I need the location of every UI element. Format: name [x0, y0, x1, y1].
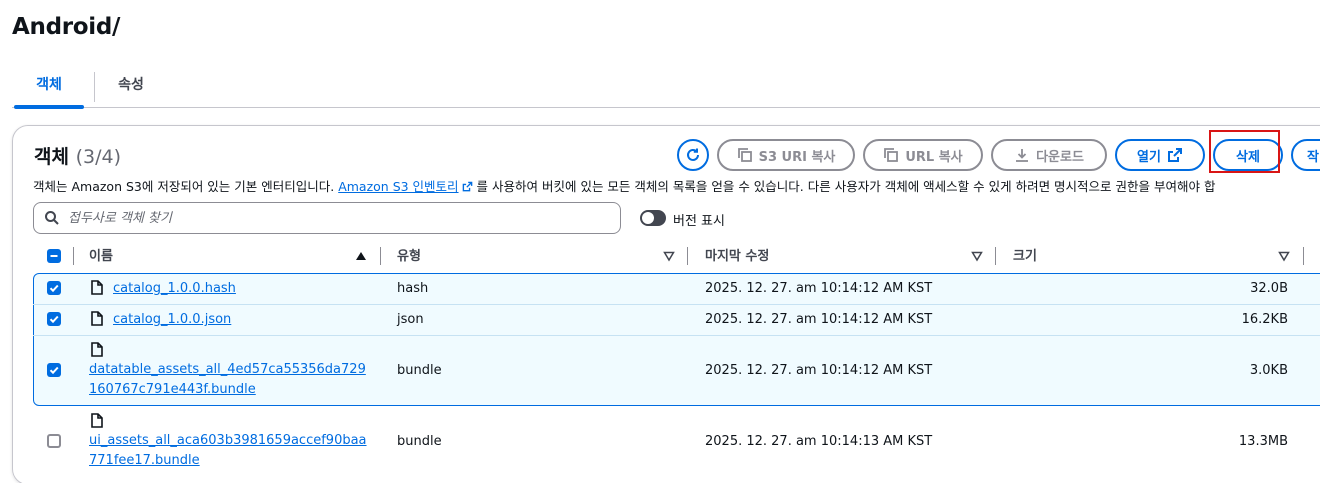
copy-url-button[interactable]: URL 복사: [863, 139, 983, 171]
sort-icon[interactable]: [663, 250, 675, 262]
version-toggle[interactable]: [640, 210, 666, 226]
object-name-link[interactable]: datatable_assets_all_4ed57ca55356da729 1…: [89, 360, 366, 400]
delete-highlight-box: [1209, 130, 1280, 173]
tab-divider: [94, 72, 95, 102]
refresh-icon: [687, 148, 699, 161]
column-divider: [995, 247, 996, 265]
open-button[interactable]: 열기: [1115, 139, 1205, 171]
next-action-button[interactable]: 작: [1291, 139, 1320, 171]
row-checkbox[interactable]: [47, 312, 61, 326]
panel-title: 객체 (3/4): [34, 142, 121, 169]
object-size: 3.0KB: [1249, 363, 1288, 378]
object-name-link[interactable]: ui_assets_all_aca603b3981659accef90baa 7…: [89, 431, 367, 471]
version-toggle-label: 버전 표시: [673, 214, 725, 229]
object-name-line: 771fee17.bundle: [89, 453, 200, 468]
object-size: 16.2KB: [1241, 312, 1288, 327]
copy-s3-uri-label: S3 URI 복사: [758, 149, 836, 165]
download-label: 다운로드: [1036, 149, 1084, 165]
copy-icon: [737, 148, 752, 162]
object-type: bundle: [397, 434, 442, 449]
object-modified: 2025. 12. 27. am 10:14:12 AM KST: [705, 281, 933, 296]
object-name-line: datatable_assets_all_4ed57ca55356da729: [89, 362, 366, 377]
column-divider: [73, 247, 74, 265]
table-row[interactable]: catalog_1.0.0.hash hash 2025. 12. 27. am…: [33, 274, 1320, 304]
column-header-name[interactable]: 이름: [89, 244, 113, 274]
search-input[interactable]: [68, 210, 588, 226]
object-type: bundle: [397, 363, 442, 378]
select-all-checkbox[interactable]: [47, 249, 61, 263]
table-row[interactable]: datatable_assets_all_4ed57ca55356da729 1…: [33, 336, 1320, 406]
inventory-link[interactable]: Amazon S3 인벤토리: [338, 179, 472, 194]
sort-icon[interactable]: [971, 250, 983, 262]
file-icon: [91, 342, 103, 357]
inventory-link-label: Amazon S3 인벤토리: [338, 179, 459, 194]
open-label: 열기: [1137, 149, 1161, 165]
copy-url-label: URL 복사: [905, 149, 963, 165]
object-name-line: 160767c791e443f.bundle: [89, 382, 256, 397]
download-button[interactable]: 다운로드: [991, 139, 1107, 171]
row-checkbox[interactable]: [47, 363, 61, 377]
tab-objects[interactable]: 객체: [14, 66, 84, 109]
copy-s3-uri-button[interactable]: S3 URI 복사: [717, 139, 855, 171]
object-size: 32.0B: [1250, 281, 1288, 296]
sort-icon[interactable]: [1278, 250, 1290, 262]
file-icon: [91, 311, 103, 326]
search-icon: [45, 211, 59, 225]
column-divider: [687, 247, 688, 265]
table-row[interactable]: catalog_1.0.0.json json 2025. 12. 27. am…: [33, 305, 1320, 335]
tab-bar: 객체 속성: [12, 66, 1320, 109]
page-title: Android/: [12, 14, 121, 40]
column-header-modified[interactable]: 마지막 수정: [705, 244, 769, 274]
file-icon: [91, 413, 103, 428]
next-action-label: 작: [1307, 149, 1319, 165]
row-checkbox[interactable]: [47, 281, 61, 295]
object-count: (3/4): [75, 146, 121, 168]
object-name-line: ui_assets_all_aca603b3981659accef90baa: [89, 433, 367, 448]
column-header-size[interactable]: 크기: [1013, 244, 1037, 274]
checkmark-icon: [49, 315, 59, 324]
sort-ascending-icon[interactable]: [355, 250, 367, 262]
table-header: 이름 유형 마지막 수정 크기: [33, 244, 1320, 274]
table-row[interactable]: ui_assets_all_aca603b3981659accef90baa 7…: [33, 407, 1320, 477]
download-icon: [1016, 149, 1029, 162]
external-link-icon: [1167, 148, 1182, 162]
refresh-button[interactable]: [677, 139, 709, 171]
search-box[interactable]: [33, 202, 621, 234]
external-link-icon: [462, 181, 472, 192]
column-divider: [380, 247, 381, 265]
panel-title-text: 객체: [34, 146, 69, 168]
panel-description: 객체는 Amazon S3에 저장되어 있는 기본 엔터티입니다. Amazon…: [33, 176, 1215, 195]
description-text-before: 객체는 Amazon S3에 저장되어 있는 기본 엔터티입니다.: [33, 179, 339, 194]
checkmark-icon: [49, 366, 59, 375]
description-text-after: 를 사용하여 버킷에 있는 모든 객체의 목록을 얻을 수 있습니다. 다른 사…: [472, 179, 1216, 194]
objects-panel: 객체 (3/4) S3 URI 복사 URL 복사 다운로드 열기 삭제 작 객…: [12, 125, 1320, 483]
object-name-link[interactable]: catalog_1.0.0.hash: [113, 279, 236, 299]
file-icon: [91, 280, 103, 295]
checkmark-icon: [49, 284, 59, 293]
object-size: 13.3MB: [1238, 434, 1288, 449]
object-modified: 2025. 12. 27. am 10:14:12 AM KST: [705, 363, 933, 378]
column-header-type[interactable]: 유형: [397, 244, 421, 274]
tab-properties[interactable]: 속성: [96, 66, 166, 108]
object-type: hash: [397, 281, 429, 296]
object-name-link[interactable]: catalog_1.0.0.json: [113, 310, 231, 330]
object-modified: 2025. 12. 27. am 10:14:13 AM KST: [705, 434, 933, 449]
copy-icon: [884, 148, 899, 162]
object-type: json: [397, 312, 424, 327]
column-divider: [1303, 247, 1304, 265]
indeterminate-icon: [50, 255, 58, 257]
row-checkbox[interactable]: [47, 434, 61, 448]
object-modified: 2025. 12. 27. am 10:14:12 AM KST: [705, 312, 933, 327]
